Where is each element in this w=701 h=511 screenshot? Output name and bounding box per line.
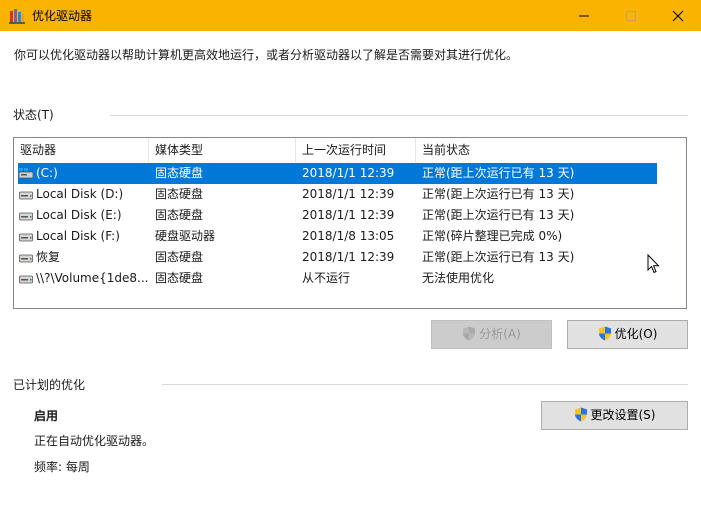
column-header-media-type[interactable]: 媒体类型 xyxy=(149,138,296,162)
drive-row[interactable]: (C:) 固态硬盘 2018/1/1 12:39 正常(距上次运行已有 13 天) xyxy=(18,163,657,184)
current-status: 正常(距上次运行已有 13 天) xyxy=(422,208,575,222)
current-status: 正常(距上次运行已有 13 天) xyxy=(422,250,575,264)
uac-shield-icon xyxy=(574,407,587,422)
status-section-label: 状态(T) xyxy=(13,108,54,122)
last-run-time: 2018/1/1 12:39 xyxy=(302,250,395,264)
drive-icon xyxy=(19,233,33,242)
last-run-time: 2018/1/1 12:39 xyxy=(302,208,395,222)
drive-icon xyxy=(19,212,33,221)
change-settings-button-label: 更改设置(S) xyxy=(590,408,656,422)
column-header-last-run[interactable]: 上一次运行时间 xyxy=(296,138,416,162)
schedule-enabled-status: 启用 xyxy=(34,409,59,423)
current-status: 无法使用优化 xyxy=(422,271,495,285)
drive-name: 恢复 xyxy=(36,250,61,264)
windows-drive-icon xyxy=(19,168,33,179)
description-text: 你可以优化驱动器以帮助计算机更高效地运行，或者分析驱动器以了解是否需要对其进行优… xyxy=(14,48,519,62)
uac-shield-icon xyxy=(463,326,476,341)
status-divider xyxy=(110,115,688,116)
drive-name: Local Disk (F:) xyxy=(36,229,120,243)
drive-row[interactable]: \\?\Volume{1de8... 固态硬盘 从不运行 无法使用优化 xyxy=(18,268,657,289)
maximize-icon xyxy=(626,11,636,21)
drive-name: Local Disk (D:) xyxy=(36,187,124,201)
current-status: 正常(距上次运行已有 13 天) xyxy=(422,187,575,201)
analyze-button[interactable]: 分析(A) xyxy=(431,320,552,349)
media-type: 固态硬盘 xyxy=(155,208,204,222)
drive-row[interactable]: Local Disk (F:) 硬盘驱动器 2018/1/8 13:05 正常(碎片整… xyxy=(18,226,657,247)
optimize-button-label: 优化(O) xyxy=(614,327,658,341)
drive-row[interactable]: 恢复 固态硬盘 2018/1/1 12:39 正常(距上次运行已有 13 天) xyxy=(18,247,657,268)
change-settings-button[interactable]: 更改设置(S) xyxy=(541,401,688,430)
column-header-drive[interactable]: 驱动器 xyxy=(14,138,149,162)
schedule-status-text: 正在自动优化驱动器。 xyxy=(34,434,155,448)
title-bar: 优化驱动器 xyxy=(0,0,701,31)
optimize-button[interactable]: 优化(O) xyxy=(567,320,688,349)
media-type: 固态硬盘 xyxy=(155,250,204,264)
drive-row[interactable]: Local Disk (E:) 固态硬盘 2018/1/1 12:39 正常(距上次运… xyxy=(18,205,657,226)
minimize-button[interactable] xyxy=(561,0,607,31)
last-run-time: 2018/1/1 12:39 xyxy=(302,187,395,201)
media-type: 固态硬盘 xyxy=(155,166,204,180)
drive-row[interactable]: Local Disk (D:) 固态硬盘 2018/1/1 12:39 正常(距上次运… xyxy=(18,184,657,205)
drive-icon xyxy=(19,275,33,284)
uac-shield-icon xyxy=(598,326,611,341)
drive-icon xyxy=(19,191,33,200)
column-header-current-status[interactable]: 当前状态 xyxy=(416,138,656,162)
media-type: 硬盘驱动器 xyxy=(155,229,216,243)
schedule-section-label: 已计划的优化 xyxy=(13,378,86,392)
media-type: 固态硬盘 xyxy=(155,187,204,201)
drive-name: (C:) xyxy=(36,166,58,180)
last-run-time: 2018/1/1 12:39 xyxy=(302,166,395,180)
window-title: 优化驱动器 xyxy=(32,9,93,23)
mouse-cursor-icon xyxy=(647,254,660,274)
last-run-time: 2018/1/8 13:05 xyxy=(302,229,395,243)
last-run-time: 从不运行 xyxy=(302,271,351,285)
drive-name: \\?\Volume{1de8... xyxy=(36,271,149,285)
media-type: 固态硬盘 xyxy=(155,271,204,285)
analyze-button-label: 分析(A) xyxy=(479,327,521,341)
drive-list[interactable]: 驱动器 媒体类型 上一次运行时间 当前状态 (C:) 固态硬盘 2018/1/1 1… xyxy=(13,137,687,309)
close-button[interactable] xyxy=(655,0,701,31)
current-status: 正常(距上次运行已有 13 天) xyxy=(422,166,575,180)
current-status: 正常(碎片整理已完成 0%) xyxy=(422,229,563,243)
schedule-frequency: 频率: 每周 xyxy=(34,460,90,474)
schedule-divider xyxy=(162,384,688,385)
minimize-icon xyxy=(579,15,589,17)
close-icon xyxy=(672,10,684,22)
maximize-button[interactable] xyxy=(608,0,654,31)
drive-name: Local Disk (E:) xyxy=(36,208,122,222)
defrag-app-icon xyxy=(9,9,25,24)
drive-icon xyxy=(19,254,33,263)
